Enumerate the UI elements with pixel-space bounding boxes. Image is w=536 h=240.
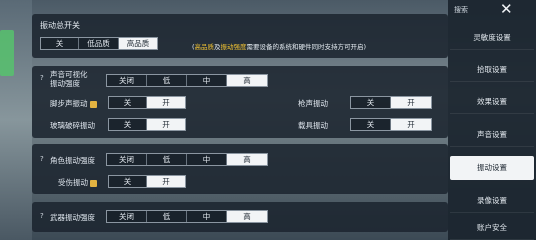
gunfire-option-off[interactable]: 关 xyxy=(351,97,391,108)
sound-visual-option-off[interactable]: 关闭 xyxy=(107,75,147,86)
master-option-off[interactable]: 关 xyxy=(41,38,79,49)
sidebar-header: 搜索 ✕ xyxy=(448,0,536,20)
character-vibration-panel: ? 角色振动强度 关闭 低 中 高 受伤振动 关 开 xyxy=(32,144,448,194)
help-icon[interactable]: ? xyxy=(40,74,44,82)
weapon-strength-selector: 关闭 低 中 高 xyxy=(106,210,268,223)
sound-visual-label: 声音可视化 振动强度 xyxy=(50,70,88,88)
close-icon[interactable]: ✕ xyxy=(500,0,513,18)
sidebar-item-recording[interactable]: 录像设置 xyxy=(450,189,534,213)
character-option-low[interactable]: 低 xyxy=(147,154,187,165)
sound-visual-strength-selector: 关闭 低 中 高 xyxy=(106,74,268,87)
vip-badge-icon xyxy=(90,179,97,187)
hit-vibration-toggle: 关 开 xyxy=(108,175,186,188)
sound-vibration-panel: ? 声音可视化 振动强度 关闭 低 中 高 脚步声振动 关 开 枪声振动 关 开 … xyxy=(32,66,448,138)
character-option-off[interactable]: 关闭 xyxy=(107,154,147,165)
vehicle-option-on[interactable]: 开 xyxy=(391,119,431,130)
weapon-vibration-panel: ? 武器振动强度 关闭 低 中 高 xyxy=(32,202,448,232)
master-hint: (高品质及振动强度需要设备的系统和硬件同时支持方可开启) xyxy=(192,43,367,51)
vibration-master-panel: 振动总开关 关 低品质 高品质 (高品质及振动强度需要设备的系统和硬件同时支持方… xyxy=(32,14,448,58)
sidebar-item-pickup[interactable]: 拾取设置 xyxy=(450,58,534,82)
vehicle-label: 载具振动 xyxy=(298,121,328,130)
vehicle-toggle: 关 开 xyxy=(350,118,432,131)
glass-option-on[interactable]: 开 xyxy=(147,119,185,130)
help-icon[interactable]: ? xyxy=(40,212,44,220)
weapon-option-off[interactable]: 关闭 xyxy=(107,211,147,222)
sidebar-item-sound[interactable]: 声音设置 xyxy=(450,123,534,147)
gunfire-toggle: 关 开 xyxy=(350,96,432,109)
master-option-low-quality[interactable]: 低品质 xyxy=(79,38,119,49)
sidebar-search[interactable]: 搜索 xyxy=(454,5,468,15)
sidebar-item-vibration[interactable]: 振动设置 xyxy=(450,156,534,180)
vehicle-option-off[interactable]: 关 xyxy=(351,119,391,130)
gunfire-label: 枪声振动 xyxy=(298,99,328,108)
vip-badge-icon xyxy=(89,100,97,108)
weapon-option-mid[interactable]: 中 xyxy=(187,211,227,222)
footstep-toggle: 关 开 xyxy=(108,96,186,109)
character-strength-label: 角色振动强度 xyxy=(50,156,95,165)
sound-visual-option-high[interactable]: 高 xyxy=(227,75,267,86)
glass-break-label: 玻璃破碎振动 xyxy=(50,121,95,130)
sound-visual-option-low[interactable]: 低 xyxy=(147,75,187,86)
weapon-option-low[interactable]: 低 xyxy=(147,211,187,222)
master-title: 振动总开关 xyxy=(40,21,80,30)
hit-vibration-label: 受伤振动 xyxy=(58,177,97,188)
glass-break-toggle: 关 开 xyxy=(108,118,186,131)
settings-sidebar: 搜索 ✕ 灵敏度设置 拾取设置 效果设置 声音设置 振动设置 录像设置 账户安全 xyxy=(448,0,536,240)
sound-visual-option-mid[interactable]: 中 xyxy=(187,75,227,86)
master-quality-selector: 关 低品质 高品质 xyxy=(40,37,158,50)
character-option-high[interactable]: 高 xyxy=(227,154,267,165)
sidebar-item-account-security[interactable]: 账户安全 xyxy=(450,216,534,240)
character-option-mid[interactable]: 中 xyxy=(187,154,227,165)
sidebar-item-effects[interactable]: 效果设置 xyxy=(450,90,534,114)
master-option-high-quality[interactable]: 高品质 xyxy=(119,38,157,49)
footstep-option-on[interactable]: 开 xyxy=(147,97,185,108)
gunfire-option-on[interactable]: 开 xyxy=(391,97,431,108)
weapon-option-high[interactable]: 高 xyxy=(227,211,267,222)
footstep-label: 脚步声振动 xyxy=(50,98,97,109)
sidebar-item-sensitivity[interactable]: 灵敏度设置 xyxy=(450,26,534,50)
footstep-option-off[interactable]: 关 xyxy=(109,97,147,108)
glass-option-off[interactable]: 关 xyxy=(109,119,147,130)
character-strength-selector: 关闭 低 中 高 xyxy=(106,153,268,166)
background-green-element xyxy=(0,30,14,76)
hit-option-off[interactable]: 关 xyxy=(109,176,147,187)
help-icon[interactable]: ? xyxy=(40,155,44,163)
hit-option-on[interactable]: 开 xyxy=(147,176,185,187)
weapon-strength-label: 武器振动强度 xyxy=(50,213,95,222)
